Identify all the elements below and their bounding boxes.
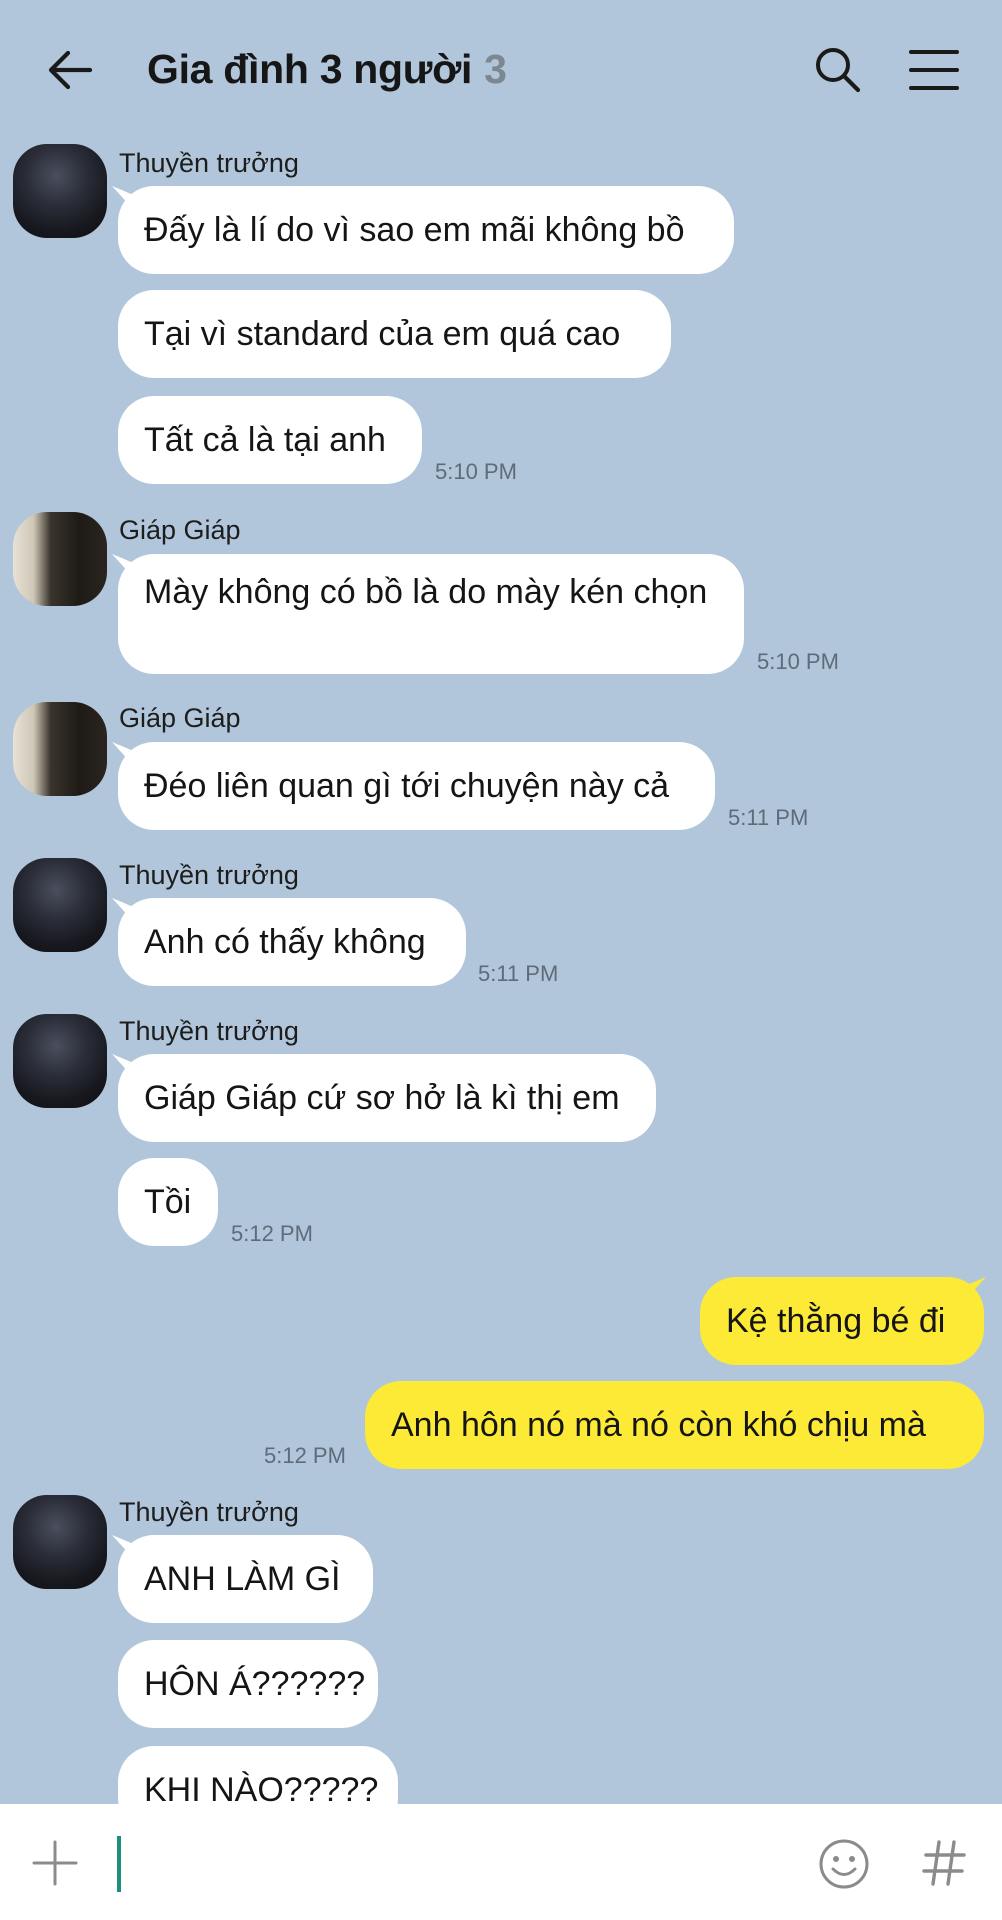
message-input[interactable] bbox=[117, 1836, 121, 1892]
hashtag-button[interactable] bbox=[922, 1838, 966, 1888]
message-bubble[interactable]: Mày không có bồ là do mày kén chọn bbox=[118, 554, 744, 674]
message-input-bar bbox=[0, 1804, 1002, 1920]
avatar[interactable] bbox=[13, 702, 107, 796]
message-bubble-sent[interactable]: Anh hôn nó mà nó còn khó chịu mà bbox=[365, 1381, 984, 1469]
message-timestamp: 5:12 PM bbox=[264, 1443, 346, 1468]
sender-name: Thuyền trưởng bbox=[119, 1016, 299, 1046]
message-bubble-sent[interactable]: Kệ thằng bé đi bbox=[700, 1277, 984, 1365]
hashtag-icon bbox=[922, 1840, 966, 1886]
avatar[interactable] bbox=[13, 144, 107, 238]
attach-button[interactable] bbox=[32, 1840, 78, 1886]
chat-title: Gia đình 3 người 3 bbox=[147, 46, 507, 93]
avatar[interactable] bbox=[13, 1495, 107, 1589]
avatar[interactable] bbox=[13, 512, 107, 606]
message-timestamp: 5:10 PM bbox=[435, 459, 517, 484]
message-bubble[interactable]: KHI NÀO????? bbox=[118, 1746, 398, 1804]
plus-icon bbox=[32, 1840, 78, 1886]
message-timestamp: 5:11 PM bbox=[478, 961, 559, 986]
sender-name: Giáp Giáp bbox=[119, 515, 241, 545]
message-bubble[interactable]: HÔN Á?????? bbox=[118, 1640, 378, 1728]
member-count: 3 bbox=[484, 46, 507, 92]
chat-header: Gia đình 3 người 3 bbox=[0, 0, 1002, 140]
message-bubble[interactable]: Đấy là lí do vì sao em mãi không bồ bbox=[118, 186, 734, 274]
message-timestamp: 5:11 PM bbox=[728, 805, 809, 830]
message-timestamp: 5:12 PM bbox=[231, 1221, 313, 1246]
search-icon bbox=[816, 48, 861, 93]
message-bubble[interactable]: Anh có thấy không bbox=[118, 898, 466, 986]
sender-name: Thuyền trưởng bbox=[119, 148, 299, 178]
avatar[interactable] bbox=[13, 858, 107, 952]
sender-name: Giáp Giáp bbox=[119, 703, 241, 733]
message-bubble[interactable]: Đéo liên quan gì tới chuyện này cả bbox=[118, 742, 715, 830]
message-list[interactable]: Thuyền trưởng Đấy là lí do vì sao em mãi… bbox=[0, 140, 1002, 1804]
message-bubble[interactable]: Tất cả là tại anh bbox=[118, 396, 422, 484]
message-bubble[interactable]: ANH LÀM GÌ bbox=[118, 1535, 373, 1623]
back-button[interactable] bbox=[44, 44, 96, 96]
emoji-icon bbox=[819, 1839, 869, 1889]
chat-title-text: Gia đình 3 người bbox=[147, 46, 473, 92]
message-bubble[interactable]: Tại vì standard của em quá cao bbox=[118, 290, 671, 378]
sender-name: Thuyền trưởng bbox=[119, 860, 299, 890]
search-button[interactable] bbox=[812, 44, 864, 96]
menu-button[interactable] bbox=[908, 46, 960, 94]
message-timestamp: 5:10 PM bbox=[757, 649, 839, 674]
message-bubble[interactable]: Giáp Giáp cứ sơ hở là kì thị em bbox=[118, 1054, 656, 1142]
emoji-button[interactable] bbox=[818, 1838, 870, 1890]
hamburger-menu-icon bbox=[909, 50, 959, 90]
avatar[interactable] bbox=[13, 1014, 107, 1108]
message-bubble[interactable]: Tồi bbox=[118, 1158, 218, 1246]
sender-name: Thuyền trưởng bbox=[119, 1497, 299, 1527]
arrow-left-icon bbox=[48, 50, 93, 90]
